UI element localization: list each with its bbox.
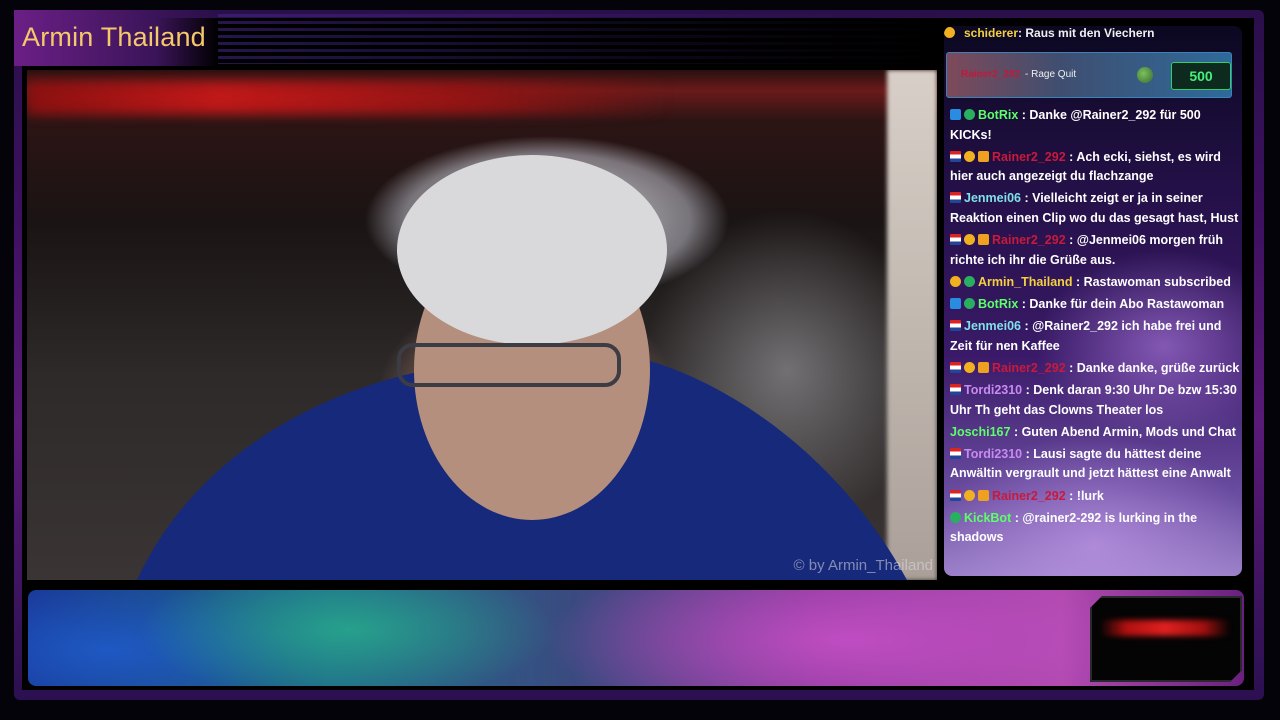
chat-username: Jenmei06 bbox=[964, 319, 1021, 334]
chat-message: BotRix : Danke für dein Abo Rastawoman bbox=[950, 295, 1240, 315]
video-watermark: © by Armin_Thailand bbox=[793, 557, 933, 574]
header-stripes bbox=[218, 14, 938, 64]
flag-badge-icon bbox=[950, 489, 961, 501]
chat-username: schiderer bbox=[964, 26, 1019, 40]
bottom-banner bbox=[28, 590, 1244, 686]
webcam-video: © by Armin_Thailand bbox=[27, 70, 937, 580]
crown-badge-icon bbox=[978, 489, 989, 501]
chat-message: Joschi167 : Guten Abend Armin, Mods und … bbox=[950, 423, 1240, 443]
chat-text: : Rastawoman subscribed bbox=[1072, 274, 1231, 289]
coin-badge-icon bbox=[964, 361, 975, 373]
crown-badge-icon bbox=[978, 361, 989, 373]
chat-username: Rainer2_292 bbox=[992, 233, 1066, 248]
verified-check-icon bbox=[964, 109, 975, 120]
chat-username: Armin_Thailand bbox=[978, 274, 1073, 289]
flag-badge-icon bbox=[950, 320, 961, 332]
chat-message: Tordi2310 : Denk daran 9:30 Uhr De bzw 1… bbox=[950, 381, 1240, 420]
chat-text: : Danke für dein Abo Rastawoman bbox=[1018, 296, 1225, 311]
chat-panel: schiderer: Raus mit den Viechern Rainer2… bbox=[944, 26, 1242, 576]
coin-badge-icon bbox=[944, 27, 955, 38]
alert-note: - Rage Quit bbox=[1025, 69, 1077, 80]
verified-check-icon bbox=[964, 275, 975, 287]
chat-username: Rainer2_292 bbox=[992, 488, 1066, 503]
chat-message: Rainer2_292 : Danke danke, grüße zurück bbox=[950, 359, 1240, 379]
crown-badge-icon bbox=[978, 234, 989, 246]
kick-alert: Rainer2_292 - Rage Quit 500 bbox=[946, 52, 1232, 98]
chat-username: Rainer2_292 bbox=[992, 360, 1066, 375]
chat-username: Rainer2_292 bbox=[992, 149, 1066, 164]
chat-message: Tordi2310 : Lausi sagte du hättest deine… bbox=[950, 445, 1240, 484]
chat-message: Jenmei06 : Vielleicht zeigt er ja in sei… bbox=[950, 189, 1240, 228]
green-orb-icon bbox=[1137, 67, 1153, 83]
chat-message: Armin_Thailand : Rastawoman subscribed bbox=[950, 273, 1240, 293]
flag-badge-icon bbox=[950, 192, 961, 204]
flag-badge-icon bbox=[950, 361, 961, 373]
secondary-camera-box bbox=[1090, 596, 1242, 682]
coin-badge-icon bbox=[950, 275, 961, 287]
chat-text: : !lurk bbox=[1065, 488, 1104, 503]
flag-badge-icon bbox=[950, 384, 961, 395]
chat-message: Rainer2_292 : Ach ecki, siehst, es wird … bbox=[950, 148, 1240, 187]
chat-username: Tordi2310 bbox=[964, 446, 1023, 461]
channel-title-banner: Armin Thailand bbox=[14, 10, 218, 66]
chat-username: KickBot bbox=[964, 510, 1012, 525]
chat-message: Jenmei06 : @Rainer2_292 ich habe frei un… bbox=[950, 317, 1240, 356]
chat-message: Rainer2_292 : @Jenmei06 morgen früh rich… bbox=[950, 231, 1240, 270]
chat-text: : Guten Abend Armin, Mods und Chat bbox=[1010, 424, 1236, 439]
flag-badge-icon bbox=[950, 234, 961, 246]
flag-badge-icon bbox=[950, 447, 961, 459]
chat-text: : Danke danke, grüße zurück bbox=[1065, 360, 1240, 375]
channel-title: Armin Thailand bbox=[22, 22, 206, 52]
chat-text: : @Jenmei06 morgen früh richte ich ihr d… bbox=[950, 233, 1224, 267]
chat-text: : Raus mit den Viechern bbox=[1018, 26, 1155, 40]
coin-badge-icon bbox=[964, 489, 975, 501]
chat-message-list: BotRix : Danke @Rainer2_292 für 500 KICK… bbox=[950, 106, 1240, 550]
bot-badge-icon bbox=[950, 297, 961, 309]
chat-message: BotRix : Danke @Rainer2_292 für 500 KICK… bbox=[950, 106, 1240, 145]
chat-message: KickBot : @rainer2-292 is lurking in the… bbox=[950, 509, 1240, 548]
chat-username: Jenmei06 bbox=[964, 191, 1021, 206]
coin-badge-icon bbox=[964, 234, 975, 246]
verified-check-icon bbox=[950, 511, 961, 523]
bot-badge-icon bbox=[950, 109, 961, 120]
red-light-strip bbox=[1100, 620, 1230, 636]
verified-check-icon bbox=[964, 297, 975, 309]
chat-message: Rainer2_292 : !lurk bbox=[950, 487, 1240, 507]
chat-username: Tordi2310 bbox=[964, 383, 1023, 397]
flag-badge-icon bbox=[950, 150, 961, 162]
streamer-figure bbox=[137, 155, 907, 580]
chat-username: BotRix bbox=[978, 296, 1019, 311]
chat-username: BotRix bbox=[978, 108, 1019, 122]
chat-username: Joschi167 bbox=[950, 424, 1011, 439]
crown-badge-icon bbox=[978, 150, 989, 162]
kicks-amount-badge: 500 bbox=[1171, 62, 1231, 90]
alert-username: Rainer2_292 bbox=[961, 69, 1020, 80]
chat-partial-message: schiderer: Raus mit den Viechern bbox=[944, 26, 1242, 46]
chat-text: : Ach ecki, siehst, es wird hier auch an… bbox=[950, 149, 1221, 184]
coin-badge-icon bbox=[964, 150, 975, 162]
